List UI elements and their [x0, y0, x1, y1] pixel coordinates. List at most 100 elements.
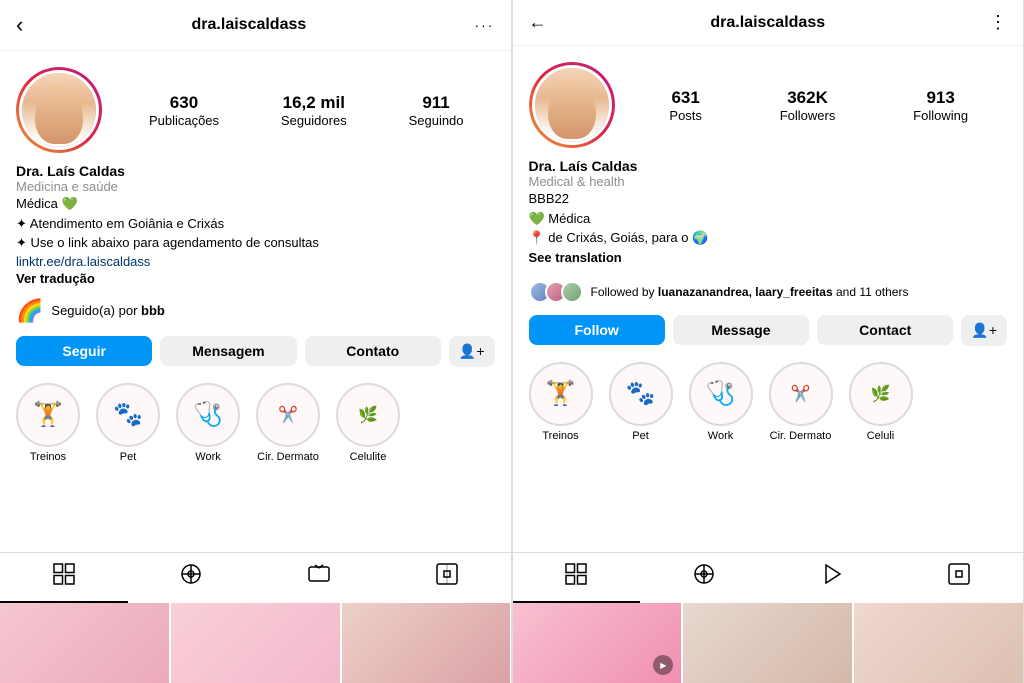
left-translation[interactable]: Ver tradução — [16, 271, 495, 286]
add-person-icon-right: 👤+ — [971, 322, 997, 339]
grid-cell-2[interactable] — [171, 603, 340, 683]
left-posts-label: Publicações — [149, 113, 219, 128]
seguido-username[interactable]: bbb — [141, 303, 165, 318]
left-following-stat[interactable]: 911 Seguindo — [409, 93, 464, 128]
highlight-label-work-r: Work — [708, 430, 733, 442]
right-follow-button[interactable]: Follow — [529, 315, 665, 345]
right-avatar — [532, 65, 612, 145]
highlight-label-celulite: Celulite — [350, 451, 387, 463]
highlight-label-pet: Pet — [120, 451, 137, 463]
right-posts-label: Posts — [669, 108, 702, 123]
highlight-label-pet-r: Pet — [632, 430, 649, 442]
back-icon-left[interactable]: ‹ — [16, 12, 23, 38]
left-posts-num: 630 — [170, 93, 198, 113]
right-tab-bar — [513, 552, 1024, 603]
highlight-celulite-right[interactable]: 🌿 Celuli — [849, 362, 913, 442]
highlight-circle-cir-r: ✂️ — [769, 362, 833, 426]
grid-icon-right — [565, 563, 587, 591]
left-followers-num: 16,2 mil — [283, 93, 345, 113]
right-bio: Dra. Laís Caldas Medical & health BBB22 … — [513, 158, 1024, 275]
right-followers-stat[interactable]: 362K Followers — [780, 88, 836, 123]
right-message-button[interactable]: Message — [673, 315, 809, 345]
left-seguido-row: 🌈 Seguido(a) por bbb — [0, 294, 511, 330]
highlight-label-celulite-r: Celuli — [867, 430, 895, 442]
right-profile-top: 631 Posts 362K Followers 913 Following — [513, 46, 1024, 158]
tagged-icon-left — [436, 563, 458, 591]
followed-avatar-3 — [561, 281, 583, 303]
right-posts-stat[interactable]: 631 Posts — [669, 88, 702, 123]
highlight-circle-celulite: 🌿 — [336, 383, 400, 447]
left-header: ‹ dra.laiscaldass ··· — [0, 0, 511, 51]
right-grid-cell-2[interactable] — [683, 603, 852, 683]
highlight-pet-right[interactable]: 🐾 Pet — [609, 362, 673, 442]
highlight-celulite-left[interactable]: 🌿 Celulite — [336, 383, 400, 463]
grid-icon-left — [53, 563, 75, 591]
left-bio-link[interactable]: linktr.ee/dra.laiscaldass — [16, 254, 150, 269]
highlight-work-left[interactable]: 🩺 Work — [176, 383, 240, 463]
right-grid-cell-1[interactable]: ▶ — [513, 603, 682, 683]
right-bio-name: Dra. Laís Caldas — [529, 158, 1008, 174]
left-posts-stat[interactable]: 630 Publicações — [149, 93, 219, 128]
grid-cell-3[interactable] — [342, 603, 511, 683]
left-avatar — [19, 70, 99, 150]
left-avatar-img — [22, 73, 96, 147]
followed-names: luanazanandrea, laary_freeitas — [658, 285, 833, 299]
followed-avatars — [529, 281, 583, 303]
left-add-person-button[interactable]: 👤+ — [449, 336, 495, 367]
left-contact-button[interactable]: Contato — [305, 336, 441, 366]
left-message-button[interactable]: Mensagem — [160, 336, 296, 366]
back-icon-right[interactable]: ← — [529, 12, 547, 33]
right-see-translation[interactable]: See translation — [529, 248, 1008, 267]
left-bio-name: Dra. Laís Caldas — [16, 163, 495, 179]
right-tab-grid[interactable] — [513, 553, 641, 603]
right-contact-button[interactable]: Contact — [817, 315, 953, 345]
left-following-num: 911 — [422, 93, 449, 113]
tv-icon-left — [308, 563, 330, 591]
highlight-label-work: Work — [195, 451, 220, 463]
right-bio-line1: BBB22 — [529, 189, 1008, 209]
highlight-cir-right[interactable]: ✂️ Cir. Dermato — [769, 362, 833, 442]
left-stats-row: 630 Publicações 16,2 mil Seguidores 911 … — [118, 93, 495, 128]
highlight-treinos-left[interactable]: 🏋️ Treinos — [16, 383, 80, 463]
more-options-right[interactable]: ⋮ — [989, 12, 1007, 33]
tagged-icon-right — [948, 563, 970, 591]
left-tab-tv[interactable] — [255, 553, 383, 603]
more-options-left[interactable]: ··· — [474, 17, 494, 33]
left-bio: Dra. Laís Caldas Medicina e saúde Médica… — [0, 163, 511, 294]
left-tab-reels[interactable] — [128, 553, 256, 603]
left-followers-stat[interactable]: 16,2 mil Seguidores — [281, 93, 347, 128]
highlight-circle-cir: ✂️ — [256, 383, 320, 447]
right-add-person-button[interactable]: 👤+ — [961, 315, 1007, 346]
highlight-label-treinos: Treinos — [30, 451, 66, 463]
left-bio-category: Medicina e saúde — [16, 179, 495, 194]
highlight-pet-left[interactable]: 🐾 Pet — [96, 383, 160, 463]
right-bio-line2: 💚 Médica — [529, 209, 1008, 229]
right-following-label: Following — [913, 108, 968, 123]
left-tab-tagged[interactable] — [383, 553, 511, 603]
highlight-label-treinos-r: Treinos — [542, 430, 578, 442]
seguido-emoji: 🌈 — [16, 298, 43, 324]
left-follow-button[interactable]: Seguir — [16, 336, 152, 366]
reels-icon-left — [180, 563, 202, 591]
highlight-cir-left[interactable]: ✂️ Cir. Dermato — [256, 383, 320, 463]
highlight-circle-pet: 🐾 — [96, 383, 160, 447]
add-person-icon: 👤+ — [459, 343, 485, 360]
right-posts-num: 631 — [671, 88, 699, 108]
highlight-work-right[interactable]: 🩺 Work — [689, 362, 753, 442]
right-grid-cell-3[interactable] — [854, 603, 1023, 683]
highlight-label-cir: Cir. Dermato — [257, 451, 319, 463]
right-following-stat[interactable]: 913 Following — [913, 88, 968, 123]
left-panel: ‹ dra.laiscaldass ··· 630 Publicações 16… — [0, 0, 512, 683]
right-header: ← dra.laiscaldass ⋮ — [513, 0, 1024, 46]
right-followers-label: Followers — [780, 108, 836, 123]
grid-cell-1[interactable] — [0, 603, 169, 683]
highlight-treinos-right[interactable]: 🏋️ Treinos — [529, 362, 593, 442]
highlight-circle-celulite-r: 🌿 — [849, 362, 913, 426]
right-tab-play[interactable] — [768, 553, 896, 603]
left-action-buttons: Seguir Mensagem Contato 👤+ — [0, 330, 511, 373]
right-tab-tagged[interactable] — [895, 553, 1023, 603]
right-tab-reels[interactable] — [640, 553, 768, 603]
left-tab-grid[interactable] — [0, 553, 128, 603]
left-bio-line3: ✦ Use o link abaixo para agendamento de … — [16, 233, 495, 253]
highlight-label-cir-r: Cir. Dermato — [770, 430, 832, 442]
